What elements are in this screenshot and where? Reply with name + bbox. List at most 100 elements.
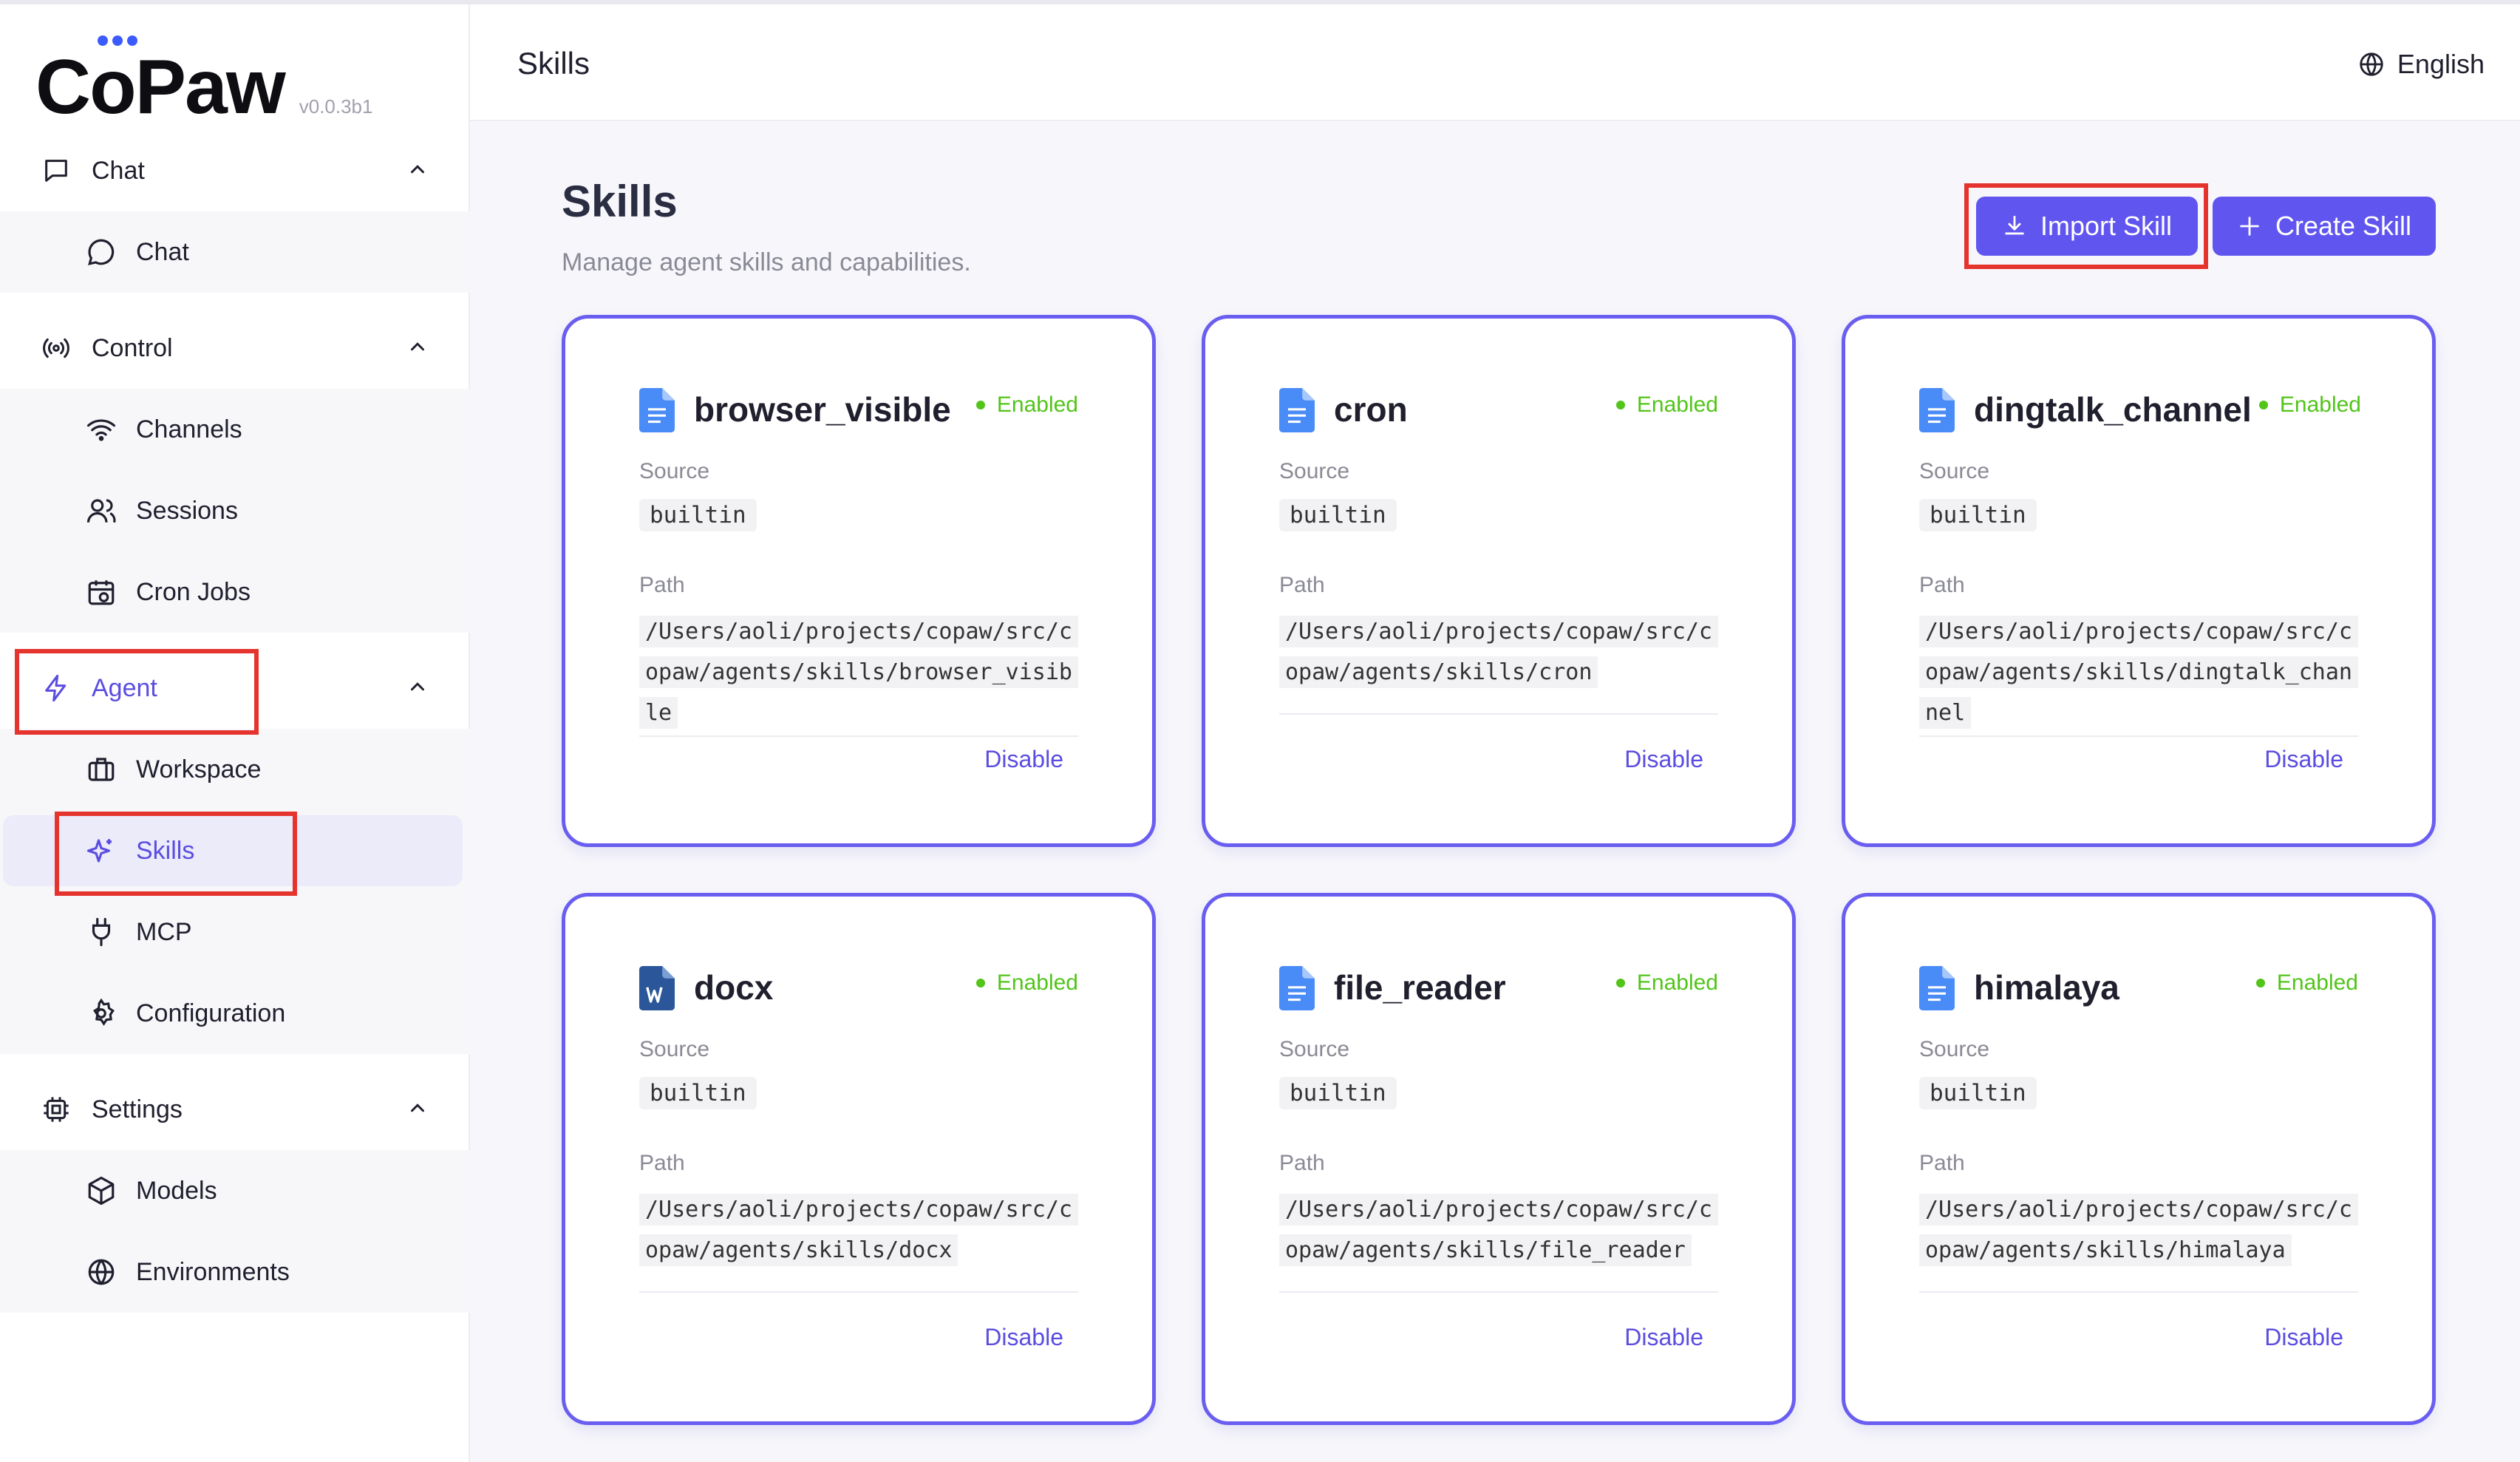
nav-group-label: Chat	[92, 156, 145, 185]
path-label: Path	[1279, 1151, 1325, 1175]
path-value: /Users/aoli/projects/copaw/src/copaw/age…	[639, 611, 1083, 733]
status-badge: Enabled	[2255, 970, 2358, 996]
status-dot	[2255, 979, 2265, 987]
highlight-box-import	[1964, 183, 2208, 269]
source-value: builtin	[639, 499, 757, 531]
message-square-icon	[45, 160, 67, 182]
document-icon	[1919, 388, 1955, 432]
globe-icon	[88, 1259, 115, 1285]
nav-group-control[interactable]: Control	[0, 307, 470, 389]
path-text: /Users/aoli/projects/copaw/src/copaw/age…	[639, 1194, 1078, 1266]
sidebar-item-label: MCP	[136, 917, 192, 946]
plus-icon	[2240, 217, 2259, 236]
document-icon	[1279, 388, 1315, 432]
source-label: Source	[639, 1037, 710, 1061]
create-skill-label: Create Skill	[2275, 211, 2412, 241]
chevron-up-icon[interactable]	[406, 336, 429, 358]
nav-group-label: Settings	[92, 1095, 183, 1123]
sidebar-item-chat[interactable]: Chat	[0, 211, 470, 293]
path-value: /Users/aoli/projects/copaw/src/copaw/age…	[639, 1189, 1083, 1271]
source-label: Source	[1279, 1037, 1350, 1061]
disable-button[interactable]: Disable	[984, 1324, 1063, 1351]
chevron-up-icon[interactable]	[406, 676, 429, 698]
calendar-clock-icon	[88, 580, 115, 605]
sidebar-item-workspace[interactable]: Workspace	[0, 729, 470, 810]
card-divider	[1279, 1291, 1718, 1293]
status-text: Enabled	[996, 970, 1078, 995]
source-label: Source	[1919, 1037, 1990, 1061]
status-text: Enabled	[2276, 970, 2358, 995]
card-divider	[639, 1291, 1078, 1293]
nav-group-chat[interactable]: Chat	[0, 130, 470, 211]
path-text: /Users/aoli/projects/copaw/src/copaw/age…	[1919, 1194, 2358, 1266]
path-value: /Users/aoli/projects/copaw/src/copaw/age…	[1279, 1189, 1723, 1271]
skill-card: browser_visible Enabled Source builtin P…	[562, 315, 1156, 847]
sidebar-item-sessions[interactable]: Sessions	[0, 470, 470, 551]
sidebar-item-configuration[interactable]: Configuration	[0, 973, 470, 1054]
status-dot	[975, 401, 985, 409]
skill-card: docx Enabled Source builtin Path /Users/…	[562, 893, 1156, 1425]
users-icon	[86, 499, 116, 523]
sidebar-item-label: Sessions	[136, 496, 238, 525]
create-skill-button[interactable]: Create Skill	[2213, 197, 2436, 256]
top-header: Skills English	[470, 4, 2520, 121]
sidebar-item-label: Models	[136, 1176, 217, 1205]
status-badge: Enabled	[2258, 392, 2361, 418]
path-text: /Users/aoli/projects/copaw/src/copaw/age…	[639, 616, 1078, 729]
path-label: Path	[1919, 1151, 1965, 1175]
chevron-up-icon[interactable]	[406, 158, 429, 180]
source-value: builtin	[1279, 499, 1397, 531]
app-version: v0.0.3b1	[299, 95, 373, 118]
logo-text: CoPaw	[35, 44, 286, 130]
status-dot	[2258, 401, 2268, 409]
gear-icon	[93, 998, 115, 1026]
source-label: Source	[639, 459, 710, 483]
paw-icon	[98, 35, 137, 46]
sidebar-item-models[interactable]: Models	[0, 1150, 470, 1231]
path-label: Path	[1279, 573, 1325, 597]
skill-name: browser_visible	[694, 390, 951, 429]
path-text: /Users/aoli/projects/copaw/src/copaw/age…	[1919, 616, 2358, 729]
sidebar-item-label: Channels	[136, 415, 242, 443]
card-divider	[1919, 1291, 2358, 1293]
status-badge: Enabled	[1615, 392, 1718, 418]
disable-button[interactable]: Disable	[984, 746, 1063, 773]
disable-button[interactable]: Disable	[1624, 746, 1703, 773]
plug-icon	[92, 917, 111, 947]
status-badge: Enabled	[1615, 970, 1718, 996]
sidebar-item-label: Chat	[136, 237, 189, 266]
language-selector[interactable]: English	[2357, 49, 2485, 80]
disable-button[interactable]: Disable	[2264, 746, 2343, 773]
skill-name: docx	[694, 968, 774, 1007]
app-logo: CoPaw v0.0.3b1	[35, 35, 373, 130]
skill-name: file_reader	[1334, 968, 1506, 1007]
chevron-up-icon[interactable]	[406, 1097, 429, 1119]
disable-button[interactable]: Disable	[2264, 1324, 2343, 1351]
sidebar-item-cron-jobs[interactable]: Cron Jobs	[0, 551, 470, 633]
path-label: Path	[639, 573, 685, 597]
nav-group-label: Control	[92, 333, 173, 362]
path-value: /Users/aoli/projects/copaw/src/copaw/age…	[1279, 611, 1723, 693]
cube-icon	[88, 1176, 115, 1206]
sidebar-item-environments[interactable]: Environments	[0, 1231, 470, 1313]
source-value: builtin	[1279, 1077, 1397, 1109]
skill-name: dingtalk_channel	[1974, 390, 2252, 429]
skill-name: cron	[1334, 390, 1408, 429]
disable-button[interactable]: Disable	[1624, 1324, 1703, 1351]
header-title: Skills	[517, 46, 590, 81]
source-label: Source	[1919, 459, 1990, 483]
status-text: Enabled	[1636, 392, 1718, 417]
sidebar-item-mcp[interactable]: MCP	[0, 891, 470, 973]
card-divider	[1919, 735, 2358, 737]
skill-card: file_reader Enabled Source builtin Path …	[1202, 893, 1796, 1425]
sidebar-item-channels[interactable]: Channels	[0, 389, 470, 470]
language-label: English	[2397, 49, 2485, 79]
broadcast-icon	[43, 338, 69, 358]
status-badge: Enabled	[975, 970, 1078, 996]
page-title: Skills	[562, 177, 678, 226]
card-divider	[639, 735, 1078, 737]
path-value: /Users/aoli/projects/copaw/src/copaw/age…	[1919, 1189, 2363, 1271]
highlight-box-agent	[15, 649, 259, 735]
path-text: /Users/aoli/projects/copaw/src/copaw/age…	[1279, 616, 1718, 688]
nav-group-settings[interactable]: Settings	[0, 1069, 470, 1150]
